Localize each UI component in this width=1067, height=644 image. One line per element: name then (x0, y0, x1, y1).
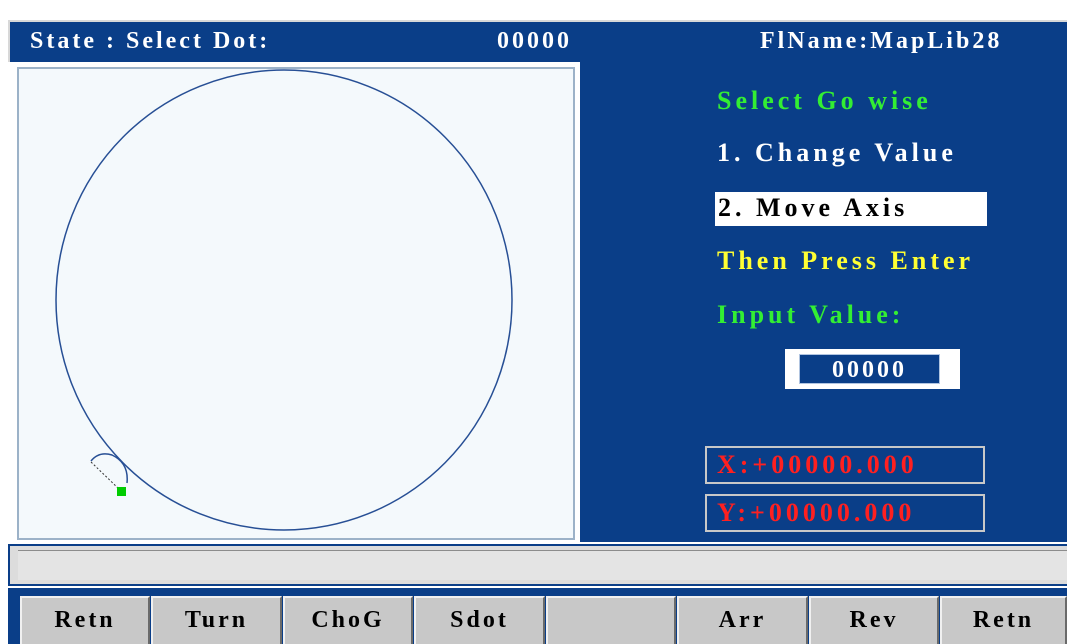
fkey-arr[interactable]: Arr (677, 596, 808, 644)
lead-in-dotted-line (90, 461, 121, 491)
lead-in-arc (90, 453, 128, 484)
input-value-text: 00000 (799, 354, 940, 384)
fkey-turn[interactable]: Turn (151, 596, 282, 644)
then-press-enter-label: Then Press Enter (717, 246, 975, 275)
function-key-bar: Retn Turn ChoG Sdot Arr Rev Retn (8, 588, 1067, 644)
input-value-label: Input Value: (717, 300, 905, 329)
status-strip (8, 544, 1067, 586)
state-label: State : Select Dot: (30, 28, 271, 54)
option-move-axis-label: 2. Move Axis (718, 193, 909, 222)
input-value-field[interactable]: 00000 (785, 349, 960, 389)
fkey-retn[interactable]: Retn (20, 596, 150, 644)
select-go-wise-label: Select Go wise (717, 86, 932, 115)
path-drawing (55, 69, 513, 531)
dot-number: 00000 (497, 28, 572, 54)
option-move-axis[interactable]: 2. Move Axis (715, 192, 987, 226)
status-strip-inner (18, 550, 1067, 580)
file-name: FlName:MapLib28 (760, 28, 1003, 54)
right-panel: Select Go wise 1. Change Value 2. Move A… (580, 62, 1067, 542)
fkey-sdot[interactable]: Sdot (414, 596, 545, 644)
y-coordinate: Y:+00000.000 (705, 494, 985, 532)
circle-path (55, 69, 513, 531)
fkey-rev[interactable]: Rev (809, 596, 939, 644)
drawing-canvas[interactable] (17, 67, 575, 540)
green-square-marker-icon (117, 487, 126, 496)
fkey-chog[interactable]: ChoG (283, 596, 413, 644)
x-coordinate: X:+00000.000 (705, 446, 985, 484)
fkey-retn-2[interactable]: Retn (940, 596, 1067, 644)
fkey-blank[interactable] (546, 596, 676, 644)
title-bar: State : Select Dot: 00000 FlName:MapLib2… (8, 20, 1067, 62)
option-change-value[interactable]: 1. Change Value (717, 138, 957, 168)
